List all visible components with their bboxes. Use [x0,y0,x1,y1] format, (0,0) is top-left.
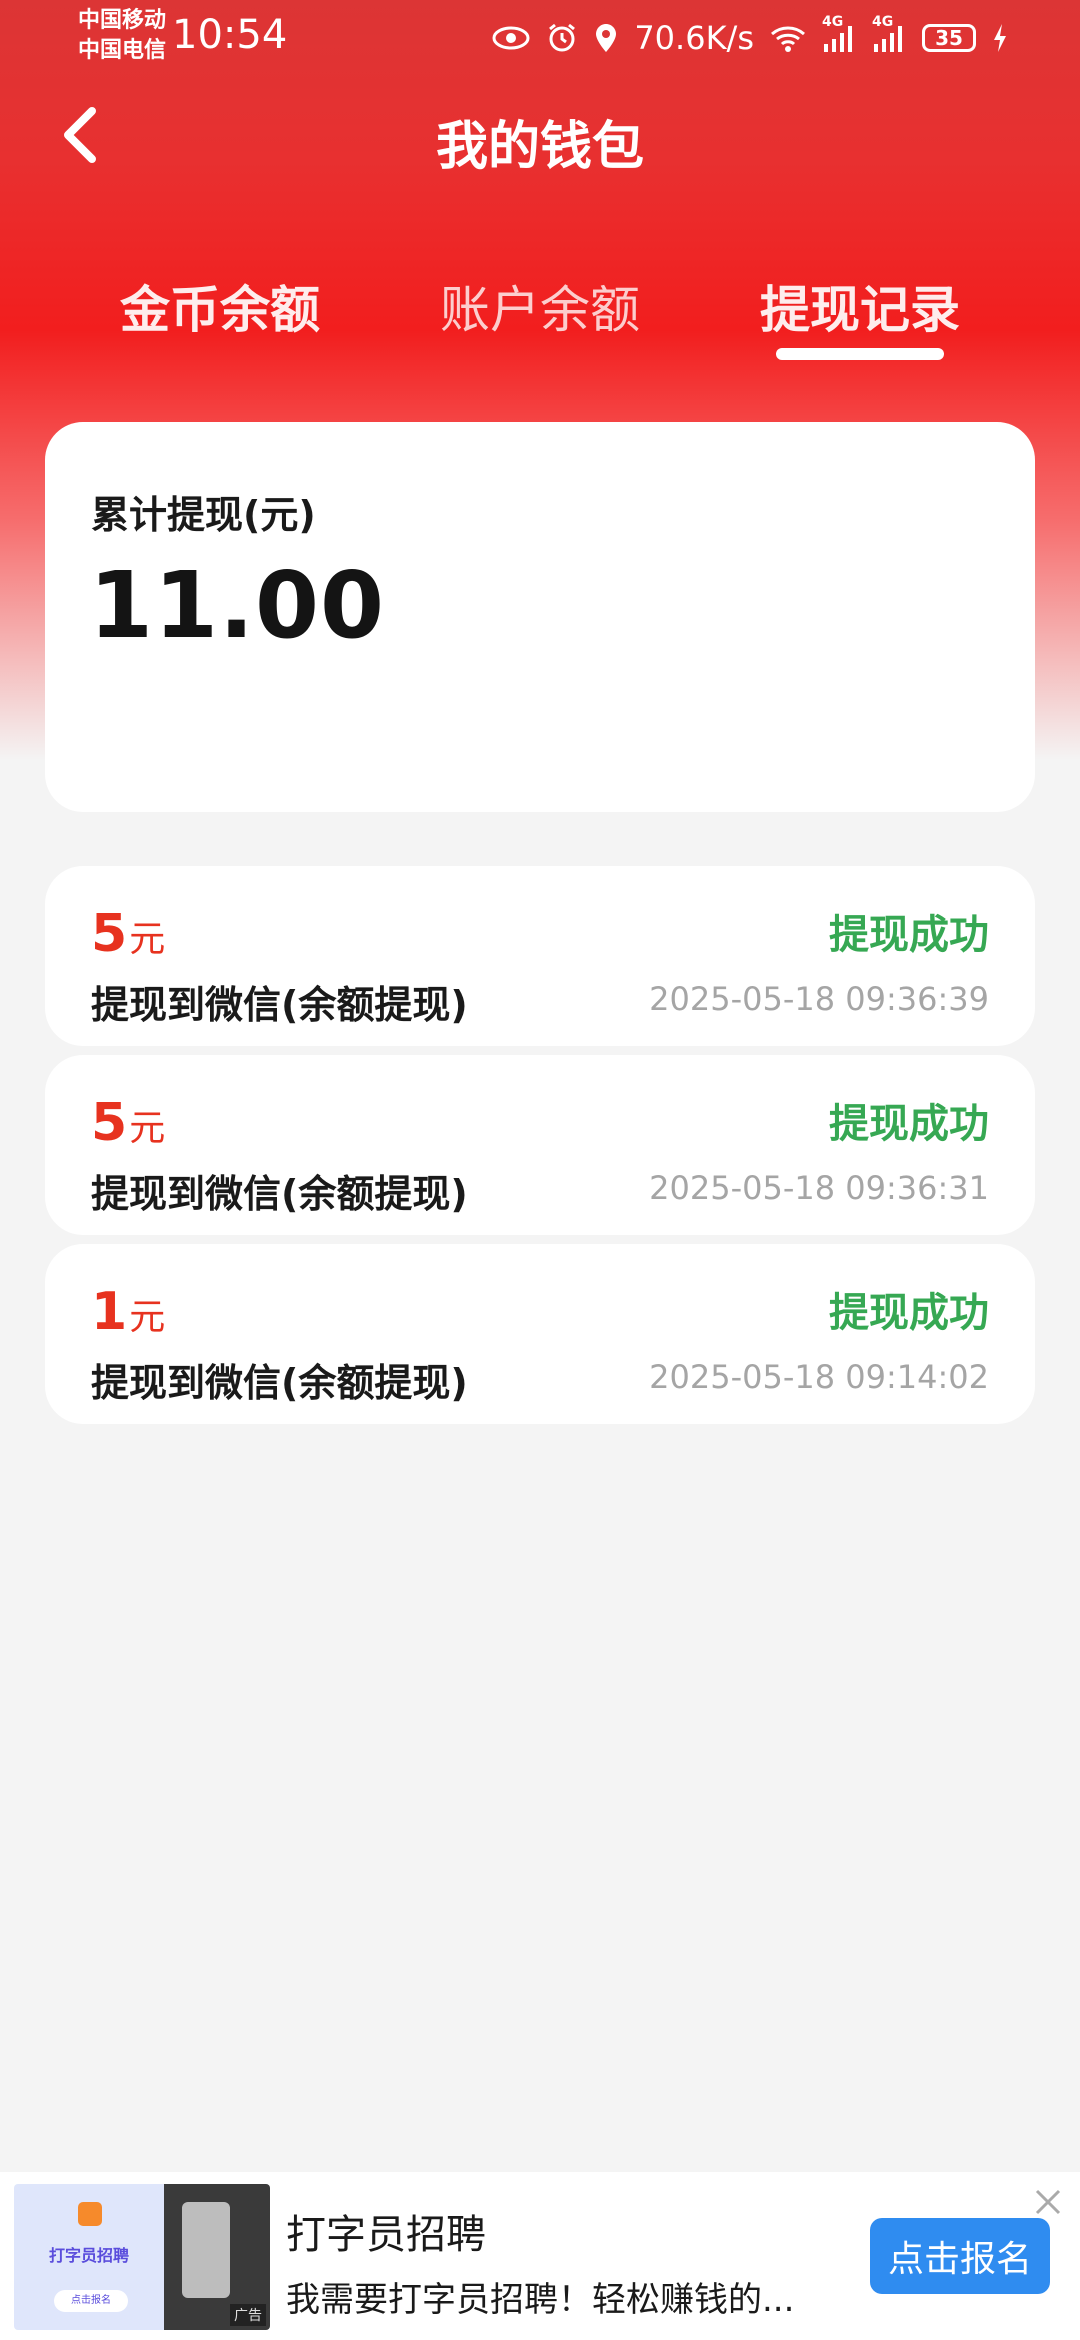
alarm-icon [546,22,578,54]
ad-thumbnail-text: 打字员招聘 [48,2246,129,2265]
record-description: 提现到微信(余额提现) [91,1361,468,1405]
signal-icon-2: 4G [872,14,906,52]
ad-signup-button[interactable]: 点击报名 [870,2218,1050,2294]
record-amount-value: 5 [91,904,128,964]
ad-title: 打字员招聘 [286,2212,486,2258]
signal-1-label: 4G [822,14,844,30]
record-amount-unit: 元 [129,1297,166,1338]
carrier-2: 中国电信 [78,38,167,63]
record-status: 提现成功 [829,912,989,958]
record-amount: 5元 [91,904,165,964]
ad-thumbnail-button: 点击报名 [54,2290,128,2312]
wifi-icon [770,24,806,52]
app-logo-icon [78,2202,102,2226]
net-speed: 70.6K/s [634,19,754,57]
page-title: 我的钱包 [435,117,644,177]
battery-indicator: 35 [922,24,976,52]
record-amount: 1元 [91,1282,165,1342]
withdraw-summary-card: 累计提现(元) 11.00 [45,422,1035,812]
ad-banner[interactable]: 打字员招聘 点击报名 广告 打字员招聘 我需要打字员招聘！轻松赚钱的... 点击… [0,2172,1080,2340]
record-amount-value: 5 [91,1093,128,1153]
withdraw-record[interactable]: 1元 提现到微信(余额提现) 提现成功 2025-05-18 09:14:02 [45,1244,1035,1424]
location-icon [594,22,618,54]
tab-coin-balance[interactable]: 金币余额 [90,270,350,342]
ad-subtitle: 我需要打字员招聘！轻松赚钱的... [286,2280,795,2320]
record-time: 2025-05-18 09:36:31 [649,1169,989,1207]
signal-icon: 4G [822,14,856,52]
ad-video-preview: 广告 [164,2184,270,2330]
eye-icon [492,25,530,51]
charging-icon [992,24,1008,52]
active-tab-indicator [776,348,944,360]
record-time: 2025-05-18 09:14:02 [649,1358,989,1396]
record-amount-unit: 元 [129,1108,166,1149]
status-icons: 70.6K/s 4G 4G 35 [492,14,1008,60]
signal-2-label: 4G [872,14,894,30]
status-time: 10:54 [172,12,288,58]
total-withdraw-label: 累计提现(元) [91,493,316,537]
ad-thumbnail-panel: 打字员招聘 点击报名 [14,2184,164,2330]
status-bar: 中国移动 中国电信 10:54 70.6K/s 4G 4G 35 [0,0,1080,80]
record-status: 提现成功 [829,1290,989,1336]
ad-thumbnail[interactable]: 打字员招聘 点击报名 广告 [14,2184,270,2330]
ad-tag: 广告 [230,2304,266,2326]
record-time: 2025-05-18 09:36:39 [649,980,989,1018]
carrier-names: 中国移动 中国电信 [78,6,166,66]
phone-preview-image [182,2202,230,2298]
record-description: 提现到微信(余额提现) [91,1172,468,1216]
wallet-tabs: 金币余额 账户余额 提现记录 [0,270,1080,370]
carrier-1: 中国移动 [78,8,167,33]
withdraw-record[interactable]: 5元 提现到微信(余额提现) 提现成功 2025-05-18 09:36:39 [45,866,1035,1046]
record-status: 提现成功 [829,1101,989,1147]
tab-withdraw-records[interactable]: 提现记录 [730,270,990,342]
record-amount-unit: 元 [129,919,166,960]
tab-account-balance[interactable]: 账户余额 [410,270,670,342]
record-amount: 5元 [91,1093,165,1153]
close-icon[interactable] [1028,2182,1068,2222]
record-amount-value: 1 [91,1282,128,1342]
record-description: 提现到微信(余额提现) [91,983,468,1027]
total-withdraw-value: 11.00 [89,552,386,659]
withdraw-record[interactable]: 5元 提现到微信(余额提现) 提现成功 2025-05-18 09:36:31 [45,1055,1035,1235]
